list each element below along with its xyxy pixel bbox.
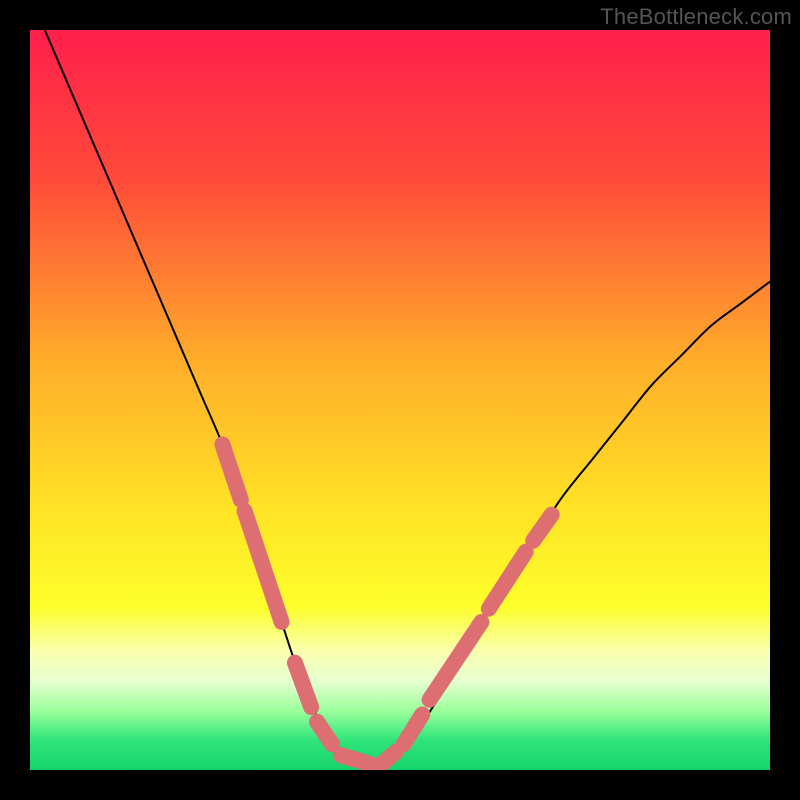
plot-area bbox=[30, 30, 770, 770]
gradient-background bbox=[30, 30, 770, 770]
chart-frame: TheBottleneck.com bbox=[0, 0, 800, 800]
marker-segment bbox=[341, 755, 371, 764]
watermark-text: TheBottleneck.com bbox=[600, 4, 792, 30]
chart-svg bbox=[30, 30, 770, 770]
marker-segment bbox=[382, 752, 397, 765]
